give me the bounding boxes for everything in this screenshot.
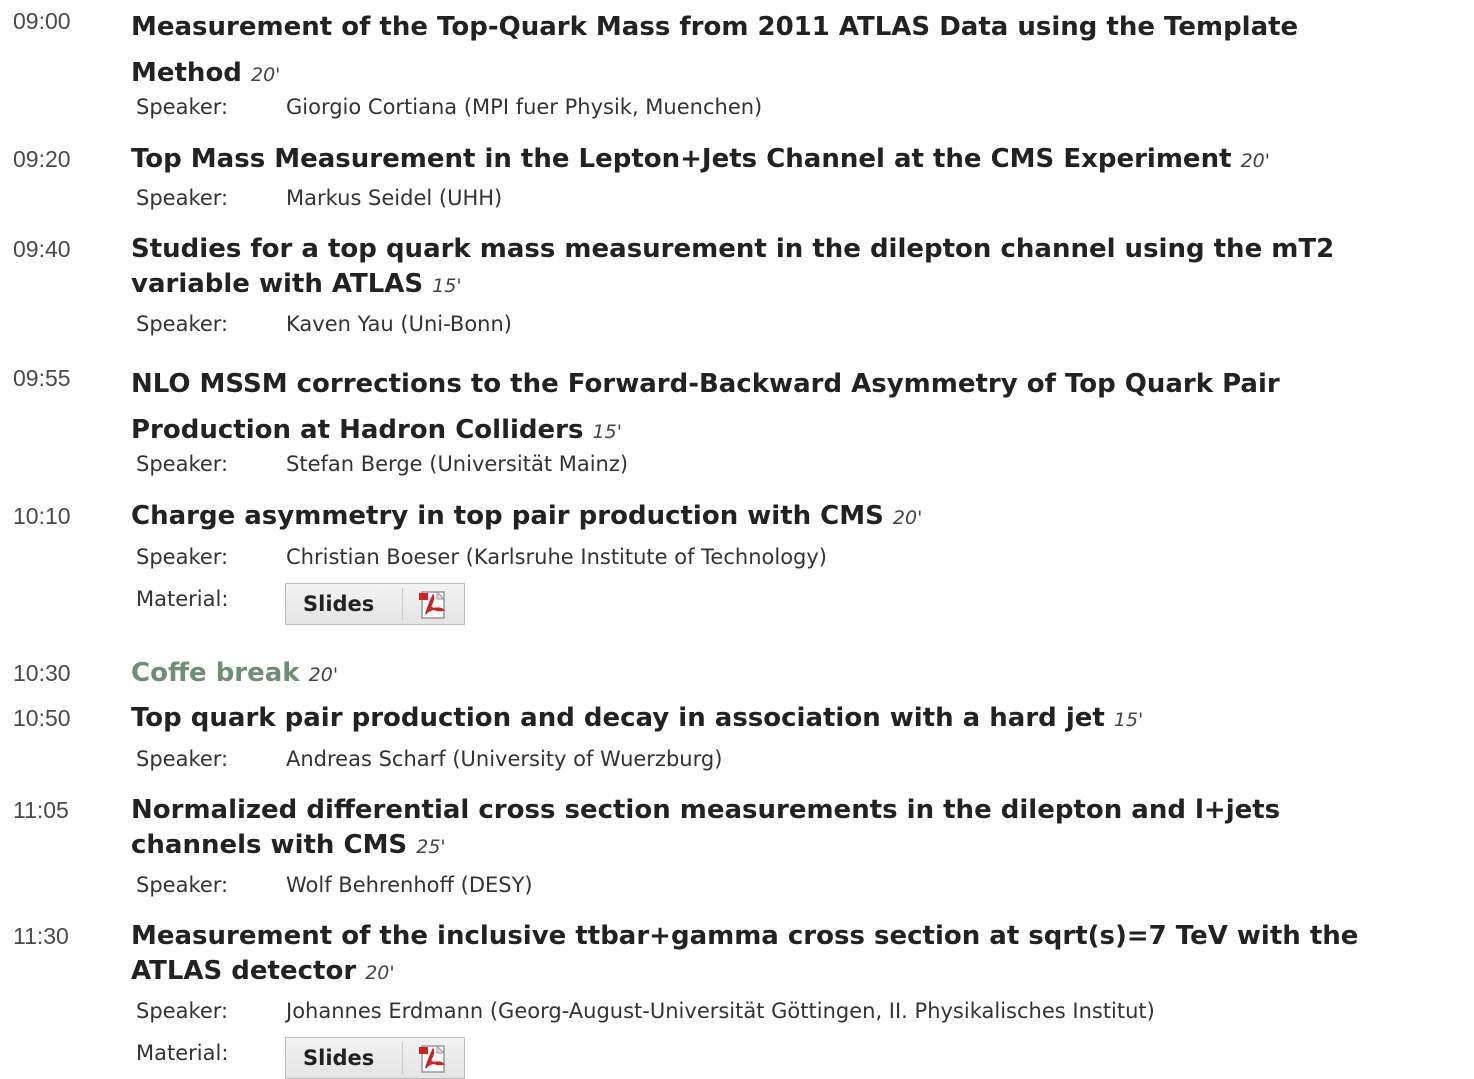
entry-title[interactable]: Normalized differential cross section me… <box>131 793 1471 865</box>
material-row: Material: <box>136 587 286 611</box>
entry-title-line2: channels with CMS <box>131 830 408 860</box>
entry-title-text: Charge asymmetry in top pair production … <box>131 501 884 531</box>
entry-title[interactable]: Top quark pair production and decay in a… <box>131 701 1471 737</box>
speaker-name: Christian Boeser (Karlsruhe Institute of… <box>286 545 827 569</box>
speaker-row: Speaker: Wolf Behrenhoff (DESY) <box>136 873 533 897</box>
speaker-name: Giorgio Cortiana (MPI fuer Physik, Muenc… <box>286 95 763 119</box>
entry-title-line1: NLO MSSM corrections to the Forward-Back… <box>131 369 1280 399</box>
speaker-label: Speaker: <box>136 747 229 771</box>
entry-title[interactable]: Measurement of the inclusive ttbar+gamma… <box>131 919 1471 991</box>
entry-title-line2: Method <box>131 58 242 88</box>
speaker-label: Speaker: <box>136 545 229 569</box>
entry-time: 11:05 <box>13 797 69 823</box>
speaker-label: Speaker: <box>136 999 229 1023</box>
entry-time: 09:20 <box>13 146 71 172</box>
slides-button-label: Slides <box>303 1046 375 1070</box>
speaker-row: Speaker: Christian Boeser (Karlsruhe Inst… <box>136 545 827 569</box>
speaker-name: Johannes Erdmann (Georg-August-Universit… <box>286 999 1155 1023</box>
entry-time: 09:55 <box>13 365 71 391</box>
slides-button[interactable]: Slides <box>285 583 465 625</box>
speaker-label: Speaker: <box>136 95 229 119</box>
entry-duration: 20' <box>250 64 281 86</box>
entry-title-line1: Studies for a top quark mass measurement… <box>131 234 1335 264</box>
speaker-row: Speaker: Johannes Erdmann (Georg-August-U… <box>136 999 1155 1023</box>
entry-duration: 25' <box>416 836 446 858</box>
material-label: Material: <box>136 1041 229 1065</box>
entry-title-text: Top Mass Measurement in the Lepton+Jets … <box>131 144 1232 174</box>
speaker-label: Speaker: <box>136 452 229 476</box>
entry-time: 11:30 <box>13 923 69 949</box>
entry-title-text: Top quark pair production and decay in a… <box>131 703 1105 733</box>
speaker-row: Speaker: Andreas Scharf (University of Wu… <box>136 747 722 771</box>
entry-title-line1: Measurement of the inclusive ttbar+gamma… <box>131 921 1359 951</box>
entry-duration: 15' <box>592 421 622 443</box>
entry-title[interactable]: Top Mass Measurement in the Lepton+Jets … <box>131 142 1471 178</box>
pdf-icon[interactable] <box>417 590 451 620</box>
entry-duration: 15' <box>1113 709 1144 731</box>
entry-title-text: Coffe break <box>131 658 300 688</box>
entry-duration: 15' <box>432 275 462 297</box>
material-row: Material: <box>136 1041 286 1065</box>
entry-title[interactable]: NLO MSSM corrections to the Forward-Back… <box>131 361 1471 455</box>
entry-duration: 20' <box>892 507 923 529</box>
material-label: Material: <box>136 587 229 611</box>
entry-title-line1: Measurement of the Top-Quark Mass from 2… <box>131 12 1299 42</box>
speaker-row: Speaker: Giorgio Cortiana (MPI fuer Physi… <box>136 95 762 119</box>
entry-duration: 20' <box>308 664 339 686</box>
speaker-label: Speaker: <box>136 873 229 897</box>
entry-title: Coffe break 20' <box>131 656 1471 692</box>
entry-time: 10:10 <box>13 503 71 529</box>
speaker-row: Speaker: Kaven Yau (Uni-Bonn) <box>136 312 512 336</box>
speaker-name: Kaven Yau (Uni-Bonn) <box>286 312 512 336</box>
speaker-row: Speaker: Markus Seidel (UHH) <box>136 186 502 210</box>
entry-title-line1: Normalized differential cross section me… <box>131 795 1281 825</box>
entry-time: 09:00 <box>13 8 71 34</box>
entry-time: 09:40 <box>13 236 71 262</box>
slides-button-divider <box>402 588 403 620</box>
entry-title-line2: Production at Hadron Colliders <box>131 415 584 445</box>
entry-duration: 20' <box>1240 150 1270 172</box>
entry-title[interactable]: Studies for a top quark mass measurement… <box>131 232 1471 304</box>
entry-time: 10:30 <box>13 660 71 686</box>
speaker-name: Andreas Scharf (University of Wuerzburg) <box>286 747 723 771</box>
entry-title-line2: variable with ATLAS <box>131 269 424 299</box>
speaker-name: Wolf Behrenhoff (DESY) <box>286 873 533 897</box>
speaker-label: Speaker: <box>136 312 229 336</box>
entry-title[interactable]: Measurement of the Top-Quark Mass from 2… <box>131 4 1471 98</box>
speaker-name: Stefan Berge (Universität Mainz) <box>286 452 629 476</box>
slides-button-divider <box>402 1042 403 1074</box>
slides-button-label: Slides <box>303 592 375 616</box>
entry-time: 10:50 <box>13 705 71 731</box>
entry-title-line2: ATLAS detector <box>131 956 357 986</box>
speaker-row: Speaker: Stefan Berge (Universität Mainz) <box>136 452 628 476</box>
speaker-label: Speaker: <box>136 186 229 210</box>
entry-title[interactable]: Charge asymmetry in top pair production … <box>131 499 1471 535</box>
pdf-icon[interactable] <box>417 1044 451 1074</box>
slides-button[interactable]: Slides <box>285 1037 465 1079</box>
speaker-name: Markus Seidel (UHH) <box>286 186 503 210</box>
entry-duration: 20' <box>365 962 395 984</box>
